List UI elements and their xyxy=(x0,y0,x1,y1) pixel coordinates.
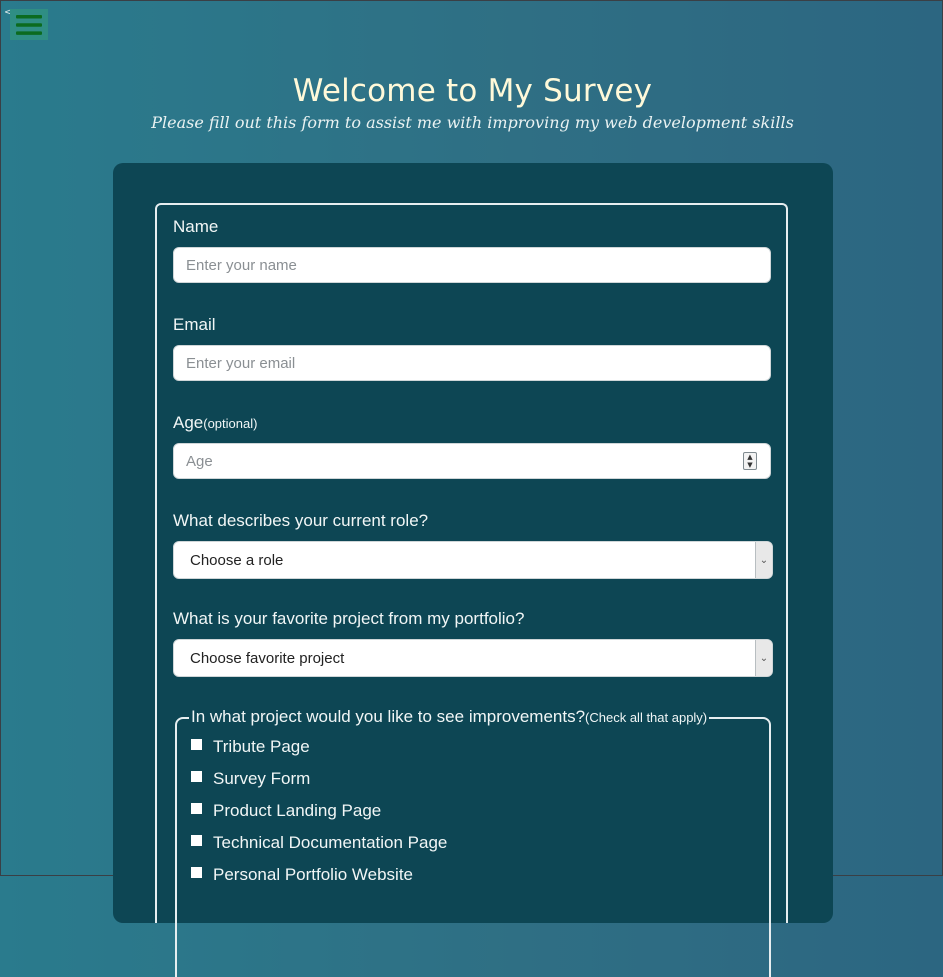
age-stepper[interactable]: ▲ ▼ xyxy=(743,452,757,470)
page-subtitle: Please fill out this form to assist me w… xyxy=(151,113,794,132)
age-label-text: Age xyxy=(173,413,204,432)
checkbox[interactable] xyxy=(191,770,202,782)
improvement-option-label: Tribute Page xyxy=(213,737,310,756)
age-label: Age(optional) xyxy=(173,413,257,433)
email-input[interactable] xyxy=(173,345,771,381)
role-select[interactable]: Choose a role ⌄ xyxy=(173,541,773,579)
stepper-down-icon[interactable]: ▼ xyxy=(747,461,752,469)
role-label: What describes your current role? xyxy=(173,511,429,530)
favorite-project-select[interactable]: Choose favorite project ⌄ xyxy=(173,639,773,677)
email-label: Email xyxy=(173,315,216,334)
improvement-option-technical-documentation-page[interactable]: Technical Documentation Page xyxy=(191,833,447,853)
survey-card: Name Email Age(optional) ▲ ▼ What descri… xyxy=(113,163,833,977)
improvement-option-label: Product Landing Page xyxy=(213,801,382,820)
improvement-option-survey-form[interactable]: Survey Form xyxy=(191,769,310,789)
improvement-option-label: Survey Form xyxy=(213,769,311,788)
hamburger-menu-button[interactable] xyxy=(10,9,48,40)
improvements-legend-text: In what project would you like to see im… xyxy=(191,707,586,726)
improvement-option-label: Technical Documentation Page xyxy=(213,833,448,852)
hamburger-menu-icon xyxy=(16,14,42,35)
age-optional-note: (optional) xyxy=(203,416,258,431)
favorite-project-label: What is your favorite project from my po… xyxy=(173,609,525,628)
role-select-value: Choose a role xyxy=(190,551,284,569)
improvements-legend: In what project would you like to see im… xyxy=(189,707,710,727)
checkbox[interactable] xyxy=(191,834,202,846)
name-input[interactable] xyxy=(173,247,771,283)
improvements-fieldset: In what project would you like to see im… xyxy=(175,707,771,977)
checkbox[interactable] xyxy=(191,738,202,750)
survey-form: Name Email Age(optional) ▲ ▼ What descri… xyxy=(155,203,788,977)
checkbox[interactable] xyxy=(191,802,202,814)
age-input[interactable] xyxy=(173,443,771,479)
chevron-down-icon[interactable]: ⌄ xyxy=(755,640,772,676)
improvement-option-product-landing-page[interactable]: Product Landing Page xyxy=(191,801,381,821)
name-label: Name xyxy=(173,217,219,236)
favorite-project-select-value: Choose favorite project xyxy=(190,649,345,667)
page-title: Welcome to My Survey xyxy=(292,73,653,109)
improvement-option-tribute-page[interactable]: Tribute Page xyxy=(191,737,310,757)
stepper-up-icon[interactable]: ▲ xyxy=(747,453,752,461)
page-header: Welcome to My Survey Please fill out thi… xyxy=(1,73,943,132)
improvements-legend-note: (Check all that apply) xyxy=(585,710,708,725)
chevron-down-icon[interactable]: ⌄ xyxy=(755,542,772,578)
improvement-option-personal-portfolio-website[interactable]: Personal Portfolio Website xyxy=(191,865,413,885)
improvement-option-label: Personal Portfolio Website xyxy=(213,865,414,884)
